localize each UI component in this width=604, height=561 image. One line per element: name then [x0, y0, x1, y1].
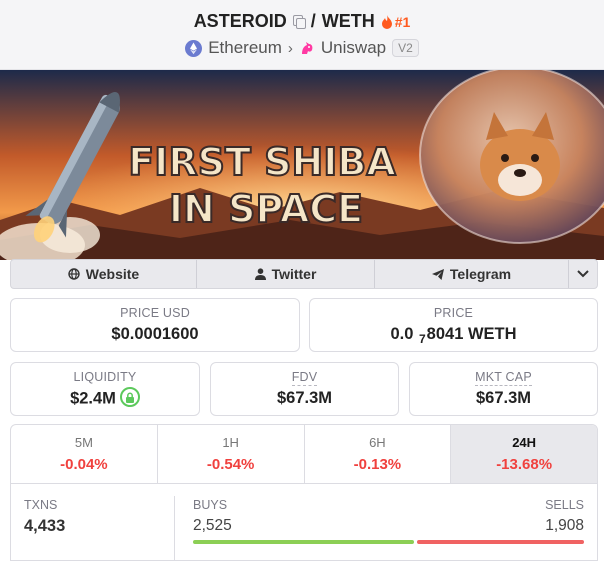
fdv-card: FDV $67.3M — [210, 362, 399, 416]
trending-rank[interactable]: #1 — [381, 13, 411, 30]
pair-title: ASTEROID / WETH #1 — [0, 11, 604, 32]
rank-label: #1 — [394, 13, 411, 30]
banner-headline-1: FIRST SHIBA — [128, 140, 396, 184]
price-native-value: 0.0 78041 WETH — [310, 325, 597, 346]
txns-stat: TXNS 4,433 — [24, 498, 65, 536]
uniswap-unicorn-icon — [301, 42, 313, 54]
tab-24h-label: 24H — [512, 435, 537, 450]
price-usd-value: $0.0001600 — [111, 325, 199, 343]
chain-dex-breadcrumb: Ethereum › Uniswap V2 — [0, 38, 604, 58]
timeframe-tabs: 5M -0.04% 1H -0.54% 6H -0.13% 24H -13.68… — [11, 425, 597, 484]
fdv-label[interactable]: FDV — [291, 370, 318, 386]
twitter-button[interactable]: Twitter — [197, 260, 375, 288]
fdv-value: $67.3M — [276, 389, 333, 407]
liquidity-value: $2.4M — [70, 389, 116, 408]
twitter-label: Twitter — [271, 266, 317, 282]
transactions-row: TXNS 4,433 BUYS 2,525 SELLS 1,908 — [11, 484, 597, 560]
price-native-prefix: 0.0 — [390, 325, 414, 343]
tab-1h-change: -0.54% — [206, 456, 255, 473]
fire-icon — [381, 14, 392, 29]
website-label: Website — [85, 266, 140, 282]
market-cap-label[interactable]: MKT CAP — [475, 370, 532, 386]
dex-version-badge: V2 — [392, 39, 419, 57]
banner-artwork: FIRST SHIBA IN SPACE — [0, 70, 604, 260]
price-usd-label: PRICE USD — [120, 306, 190, 320]
tab-5m-change: -0.04% — [60, 456, 108, 473]
price-native-card: PRICE 0.0 78041 WETH — [309, 298, 598, 352]
sells-value: 1,908 — [545, 517, 584, 534]
buys-label: BUYS — [193, 498, 228, 512]
timeframe-stats-panel: 5M -0.04% 1H -0.54% 6H -0.13% 24H -13.68… — [10, 424, 598, 561]
ethereum-icon — [185, 39, 203, 57]
tab-5m-label: 5M — [74, 435, 93, 450]
liquidity-lock-icon[interactable] — [119, 387, 140, 407]
txns-label: TXNS — [24, 498, 58, 512]
tab-1h-label: 1H — [222, 435, 239, 450]
price-usd-card: PRICE USD $0.0001600 — [10, 298, 300, 352]
tab-6h-change: -0.13% — [353, 456, 402, 473]
chevron-right-icon: › — [287, 39, 293, 57]
price-native-label: PRICE — [433, 306, 474, 320]
tab-24h-change: -13.68% — [496, 456, 553, 473]
price-native-zero-count: 7 — [418, 332, 426, 346]
tab-24h[interactable]: 24H -13.68% — [451, 425, 597, 483]
buy-ratio-bar — [193, 540, 414, 544]
liquidity-card: LIQUIDITY $2.4M — [10, 362, 200, 416]
txns-divider — [174, 496, 175, 560]
sell-ratio-bar — [417, 540, 584, 544]
chain-link[interactable]: Ethereum — [208, 38, 282, 58]
copy-icon[interactable] — [292, 15, 306, 29]
paper-plane-icon — [431, 268, 444, 280]
social-links-bar: Website Twitter Telegram — [10, 259, 598, 289]
base-token-symbol: ASTEROID — [193, 11, 287, 31]
telegram-button[interactable]: Telegram — [375, 260, 569, 288]
tab-6h-label: 6H — [369, 435, 386, 450]
liquidity-label: LIQUIDITY — [73, 370, 137, 384]
dex-link[interactable]: Uniswap — [321, 38, 386, 58]
telegram-label: Telegram — [449, 266, 512, 282]
tab-6h[interactable]: 6H -0.13% — [305, 425, 452, 483]
user-icon — [254, 268, 266, 280]
market-cap-value: $67.3M — [475, 389, 532, 407]
pair-header: ASTEROID / WETH #1 Ethereum › Uniswap V2 — [0, 0, 604, 70]
token-banner-image: FIRST SHIBA IN SPACE — [0, 70, 604, 260]
sells-label: SELLS — [545, 498, 584, 512]
website-button[interactable]: Website — [11, 260, 197, 288]
more-links-dropdown[interactable] — [569, 260, 597, 288]
globe-icon — [68, 268, 80, 280]
txns-value: 4,433 — [24, 517, 66, 535]
banner-headline-2: IN SPACE — [169, 187, 363, 231]
tab-5m[interactable]: 5M -0.04% — [11, 425, 158, 483]
price-native-digits: 8041 WETH — [426, 325, 517, 343]
buy-sell-ratio-bar — [193, 540, 584, 544]
buys-value: 2,525 — [193, 517, 232, 534]
quote-token-symbol: WETH — [321, 11, 375, 31]
market-cap-card: MKT CAP $67.3M — [409, 362, 598, 416]
liquidity-row: $2.4M — [11, 387, 199, 409]
tab-1h[interactable]: 1H -0.54% — [158, 425, 305, 483]
chevron-down-icon — [577, 270, 589, 278]
pair-separator: / — [310, 11, 316, 31]
